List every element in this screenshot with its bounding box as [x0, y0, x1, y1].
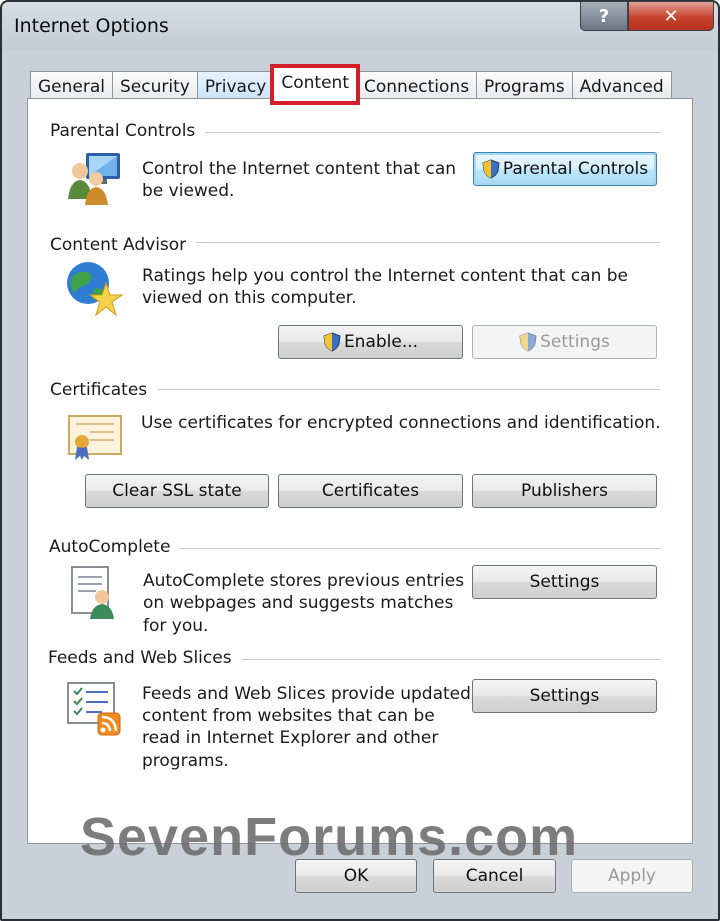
- parental-controls-icon: [66, 149, 124, 212]
- content-advisor-settings-button[interactable]: Settings: [472, 325, 657, 359]
- feeds-desc-line3: read in Internet Explorer and other: [142, 728, 439, 748]
- content-advisor-heading: Content Advisor: [50, 235, 197, 255]
- content-advisor-desc-line2: viewed on this computer.: [142, 288, 357, 308]
- divider: [176, 548, 660, 549]
- title-bar: Internet Options ? ✕: [2, 1, 718, 52]
- uac-shield-icon: [482, 159, 500, 179]
- divider: [238, 659, 660, 660]
- publishers-button[interactable]: Publishers: [472, 474, 657, 508]
- feeds-desc-line1: Feeds and Web Slices provide updated: [142, 684, 471, 704]
- divider: [158, 389, 660, 390]
- content-advisor-desc-line1: Ratings help you control the Internet co…: [142, 266, 629, 286]
- parental-controls-heading: Parental Controls: [50, 121, 206, 141]
- parental-controls-desc-line2: be viewed.: [142, 181, 235, 201]
- certificates-desc: Use certificates for encrypted connectio…: [141, 413, 661, 433]
- parental-controls-button[interactable]: Parental Controls: [473, 152, 657, 186]
- feeds-heading: Feeds and Web Slices: [48, 648, 242, 668]
- autocomplete-settings-button[interactable]: Settings: [472, 565, 657, 599]
- feeds-desc-line4: programs.: [142, 751, 229, 771]
- autocomplete-heading: AutoComplete: [49, 537, 181, 557]
- feeds-icon: [66, 681, 124, 744]
- uac-shield-icon: [323, 332, 341, 352]
- feeds-desc-line2: content from websites that can be: [142, 706, 435, 726]
- autocomplete-icon: [70, 565, 122, 626]
- content-advisor-settings-label: Settings: [540, 332, 610, 352]
- tab-content[interactable]: Content: [270, 64, 360, 105]
- certificates-button[interactable]: Certificates: [278, 474, 463, 508]
- parental-controls-desc-line1: Control the Internet content that can: [142, 159, 457, 179]
- watermark-text: SevenForums.com: [80, 807, 579, 867]
- enable-button[interactable]: Enable...: [278, 325, 463, 359]
- content-advisor-globe-star-icon: [64, 259, 124, 324]
- feeds-settings-button[interactable]: Settings: [472, 679, 657, 713]
- certificates-heading: Certificates: [50, 380, 158, 400]
- help-button[interactable]: ?: [580, 1, 628, 31]
- uac-shield-icon: [519, 332, 537, 352]
- certificate-icon: [68, 412, 124, 469]
- window-title: Internet Options: [14, 15, 169, 37]
- autocomplete-desc-line3: for you.: [143, 616, 209, 636]
- close-button[interactable]: ✕: [628, 1, 714, 31]
- parental-controls-button-label: Parental Controls: [502, 159, 649, 179]
- autocomplete-desc-line2: on webpages and suggests matches: [143, 593, 454, 613]
- divider: [188, 242, 660, 243]
- clear-ssl-state-button[interactable]: Clear SSL state: [85, 474, 269, 508]
- apply-button[interactable]: Apply: [571, 859, 693, 893]
- content-tab-panel: Parental Controls Control the Internet c…: [27, 98, 693, 844]
- autocomplete-desc-line1: AutoComplete stores previous entries: [143, 571, 465, 591]
- enable-button-label: Enable...: [343, 332, 419, 352]
- divider: [198, 132, 660, 133]
